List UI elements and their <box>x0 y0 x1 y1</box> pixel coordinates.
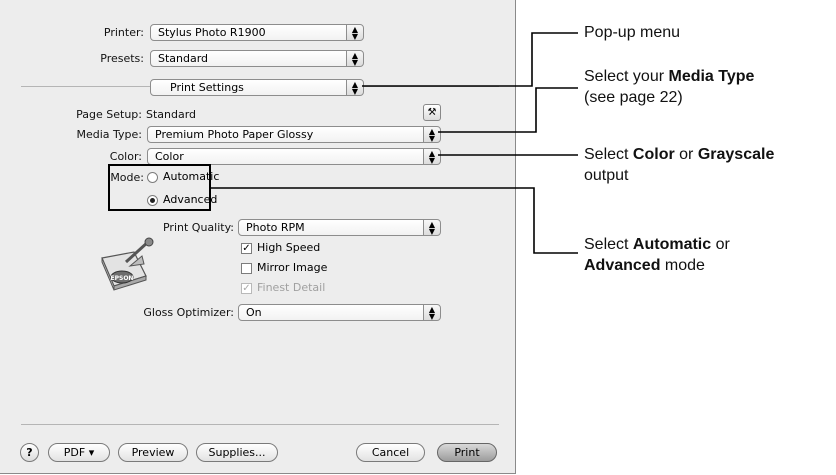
callout-mode-bold2: Advanced <box>584 257 661 274</box>
callout-color-bold1: Color <box>632 146 675 163</box>
callout-mode-pre: Select <box>584 236 633 253</box>
callout-media-type-bold: Media Type <box>668 68 755 85</box>
callout-mode-bold1: Automatic <box>632 236 712 253</box>
callout-mode: Select Automatic or Advanced mode <box>584 234 730 276</box>
callout-color-mid: or <box>674 146 698 163</box>
callout-mode-post: mode <box>660 257 705 274</box>
callout-color-line2: output <box>584 167 629 184</box>
callout-color-bold2: Grayscale <box>697 146 775 163</box>
callout-media-type-line2: (see page 22) <box>584 89 683 106</box>
callout-mode-mid: or <box>711 236 730 253</box>
callout-popup-menu: Pop-up menu <box>584 24 681 41</box>
callout-color-pre: Select <box>584 146 633 163</box>
callout-media-type-pre: Select your <box>584 68 669 85</box>
callout-media-type: Select your Media Type (see page 22) <box>584 66 754 108</box>
callout-color: Select Color or Grayscale output <box>584 144 774 186</box>
